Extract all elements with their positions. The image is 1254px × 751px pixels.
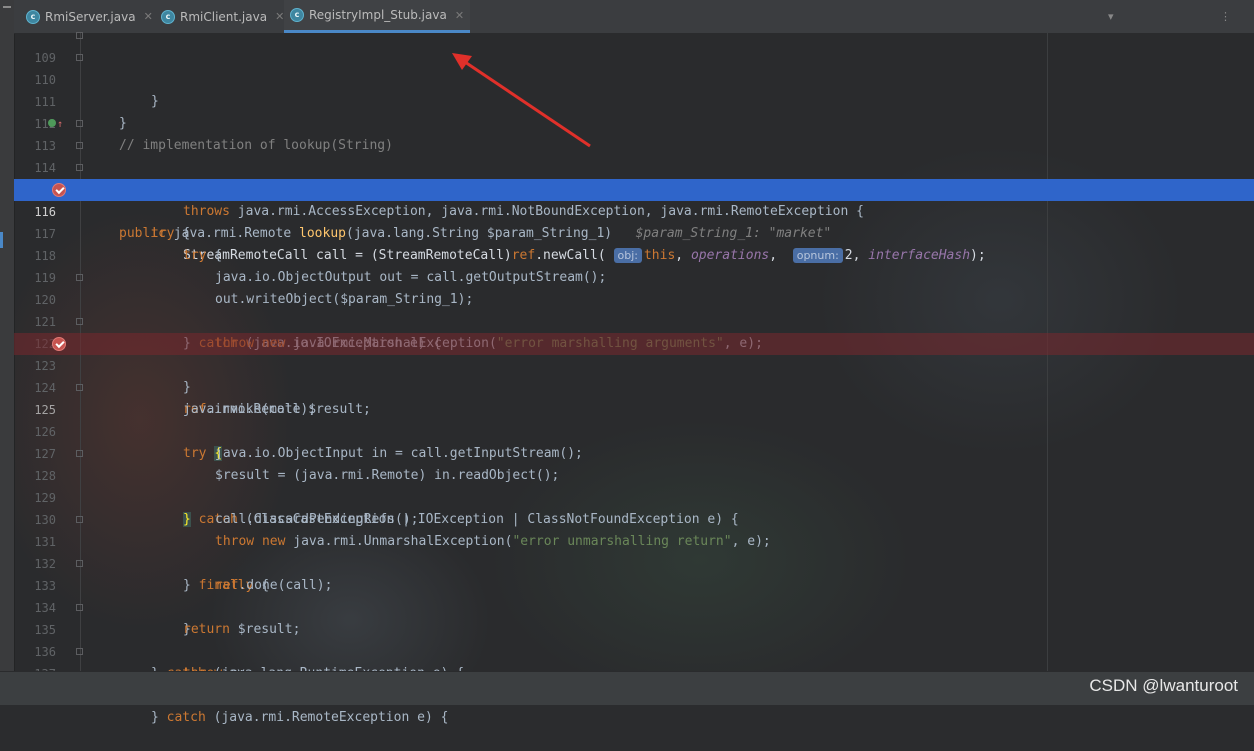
fold-icon[interactable] <box>76 54 83 61</box>
code-line[interactable]: 128 } catch (ClassCastException | IOExce… <box>14 443 1254 527</box>
code-line[interactable]: 112 // implementation of lookup(String) <box>14 91 1254 153</box>
code-line[interactable]: 121 throw new java.rmi.MarshalException(… <box>14 289 1254 351</box>
code-lines: 109 } 110 } 111 112 // implementation of… <box>14 25 1254 725</box>
tool-window-strip[interactable] <box>0 0 15 704</box>
code-line[interactable]: 113 ↑ public java.rmi.Remote lookup(java… <box>14 113 1254 241</box>
java-class-icon: c <box>26 9 40 24</box>
code-line[interactable]: 133 } <box>14 553 1254 637</box>
fold-icon[interactable] <box>76 274 83 281</box>
close-icon[interactable]: ✕ <box>144 10 153 23</box>
fold-icon[interactable] <box>76 560 83 567</box>
code-editor[interactable]: 109 } 110 } 111 112 // implementation of… <box>14 32 1254 725</box>
code-line[interactable]: 134 return $result; <box>14 575 1254 637</box>
close-icon[interactable]: ✕ <box>455 9 464 22</box>
watermark: CSDN @lwanturoot <box>1089 676 1238 695</box>
code-line[interactable]: 118 java.io.ObjectOutput out = call.getO… <box>14 223 1254 285</box>
collapse-icon[interactable] <box>3 6 11 8</box>
java-class-icon: c <box>161 9 175 24</box>
fold-icon[interactable] <box>76 604 83 611</box>
status-bar <box>0 671 1254 705</box>
code-text: } catch (java.rmi.RemoteException e) { <box>151 710 449 725</box>
tab-label: RmiClient.java <box>180 9 268 24</box>
code-line[interactable]: 109 } <box>14 25 1254 109</box>
code-line[interactable]: 122 } <box>14 311 1254 395</box>
code-line[interactable]: 132 ref.done(call); <box>14 531 1254 593</box>
fold-icon[interactable] <box>76 450 83 457</box>
breakpoint-icon[interactable] <box>52 337 66 351</box>
code-line[interactable]: 137 } catch (java.rmi.RemoteException e)… <box>14 641 1254 725</box>
close-icon[interactable]: ✕ <box>275 10 284 23</box>
tab-list-icon[interactable]: ▾ <box>1108 10 1114 23</box>
fold-icon[interactable] <box>76 164 83 171</box>
fold-icon[interactable] <box>76 318 83 325</box>
tab-label: RmiServer.java <box>45 9 136 24</box>
fold-icon[interactable] <box>76 384 83 391</box>
breakpoint-line[interactable]: 123 ref.invoke(call); <box>14 333 1254 417</box>
code-line[interactable]: 135 } catch (java.lang.RuntimeException … <box>14 597 1254 681</box>
execution-point-line[interactable]: 116 StreamRemoteCall call = (StreamRemot… <box>14 179 1254 263</box>
tool-window-indicator <box>0 232 3 248</box>
code-line[interactable]: 115 try { <box>14 157 1254 241</box>
code-line[interactable]: 120 } catch (java.io.IOException e) { <box>14 267 1254 351</box>
code-line[interactable]: 124 java.rmi.Remote $result; <box>14 355 1254 417</box>
code-line[interactable]: 130 throw new java.rmi.UnmarshalExceptio… <box>14 487 1254 549</box>
code-line[interactable]: 129 call.discardPendingRefs(); <box>14 465 1254 527</box>
code-line[interactable]: 111 <box>14 69 1254 109</box>
code-line[interactable]: 127 $result = (java.rmi.Remote) in.readO… <box>14 421 1254 483</box>
code-line[interactable]: 125 try { <box>14 377 1254 461</box>
code-line[interactable]: 131 } finally { <box>14 509 1254 593</box>
override-icon[interactable] <box>48 119 56 127</box>
breakpoint-icon[interactable] <box>52 183 66 197</box>
fold-icon[interactable] <box>76 648 83 655</box>
tab-label: RegistryImpl_Stub.java <box>309 8 447 22</box>
code-line[interactable]: 110 } <box>14 47 1254 131</box>
code-line[interactable]: 117 try { <box>14 201 1254 263</box>
code-line[interactable]: 114 throws java.rmi.AccessException, jav… <box>14 135 1254 219</box>
code-line[interactable]: 119 out.writeObject($param_String_1); <box>14 245 1254 307</box>
code-line[interactable]: 126 java.io.ObjectInput in = call.getInp… <box>14 399 1254 461</box>
fold-icon[interactable] <box>76 32 83 39</box>
java-class-icon: c <box>290 8 304 22</box>
fold-icon[interactable] <box>76 516 83 523</box>
fold-icon[interactable] <box>76 120 83 127</box>
code-line[interactable]: 136 throw e; <box>14 619 1254 681</box>
implements-arrow-icon: ↑ <box>57 119 64 130</box>
more-icon[interactable]: ⋮ <box>1220 10 1231 23</box>
fold-icon[interactable] <box>76 142 83 149</box>
